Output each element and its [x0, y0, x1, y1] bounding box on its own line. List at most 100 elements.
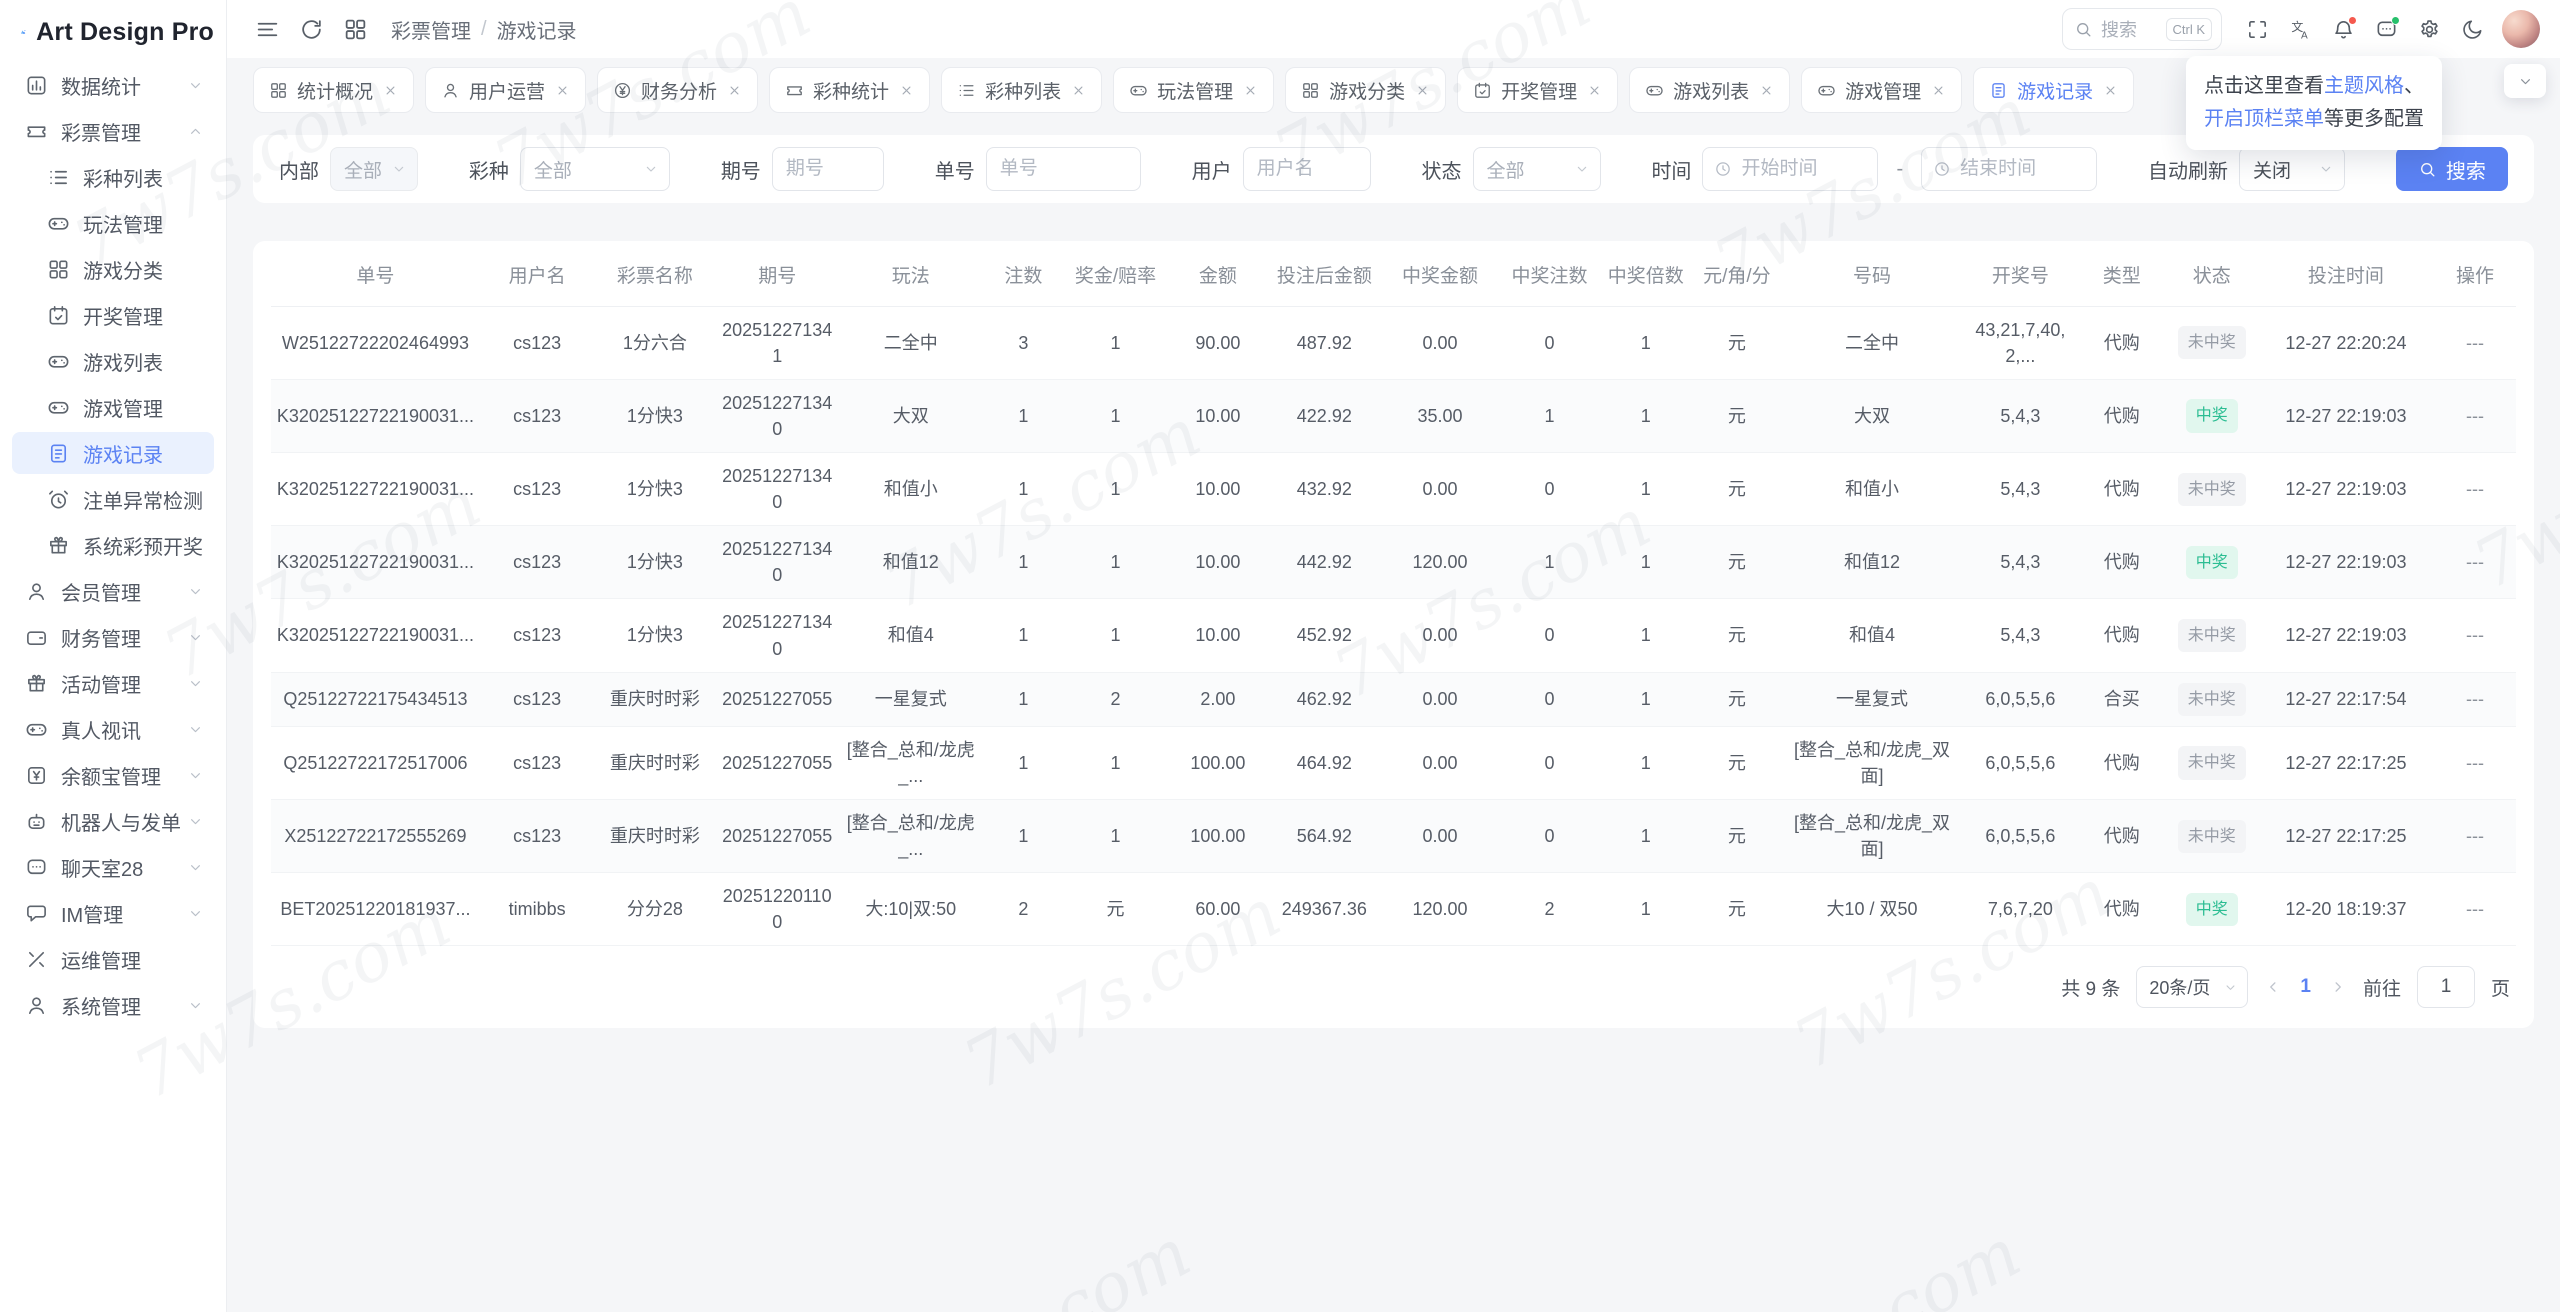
- breadcrumb-section[interactable]: 彩票管理: [391, 15, 471, 44]
- close-icon[interactable]: [1415, 83, 1430, 98]
- sidebar-item-play-mgmt[interactable]: 玩法管理: [12, 202, 214, 244]
- sidebar-item-system-mgmt[interactable]: 系统管理: [12, 984, 214, 1026]
- close-icon[interactable]: [2103, 83, 2118, 98]
- sidebar-item-label: 彩票管理: [61, 122, 141, 145]
- tooltip-link[interactable]: 主题风格: [2324, 75, 2404, 97]
- table-row[interactable]: K32025122722190031... cs123 1分快3 2025122713…: [271, 598, 2516, 673]
- filter-issue: 期号: [721, 147, 884, 191]
- table-row[interactable]: BET20251220181937... timibbs 分分28 202512201…: [271, 872, 2516, 947]
- apps-button[interactable]: [333, 7, 377, 51]
- close-icon[interactable]: [1587, 83, 1602, 98]
- tab-play-mgmt[interactable]: 玩法管理: [1113, 67, 1275, 113]
- filter-end-time[interactable]: [1921, 147, 2098, 191]
- sidebar-item-robot-orders[interactable]: 机器人与发单: [12, 800, 214, 842]
- sidebar-item-label: 会员管理: [61, 582, 141, 605]
- sidebar-item-yuebao-mgmt[interactable]: 余额宝管理: [12, 754, 214, 796]
- sidebar-item-game-records[interactable]: 游戏记录: [12, 432, 214, 474]
- sidebar-item-finance-mgmt[interactable]: 财务管理: [12, 616, 214, 658]
- sidebar-item-game-mgmt[interactable]: 游戏管理: [12, 386, 214, 428]
- sidebar-item-data-stats[interactable]: 数据统计: [12, 64, 214, 106]
- close-icon[interactable]: [1759, 83, 1774, 98]
- filter-lottery-select[interactable]: 全部: [519, 147, 670, 191]
- sidebar-item-ops-mgmt[interactable]: 运维管理: [12, 938, 214, 980]
- notifications-button[interactable]: [2322, 8, 2365, 51]
- close-icon[interactable]: [1071, 83, 1086, 98]
- cell-amount: 60.00: [1166, 872, 1270, 947]
- messages-button[interactable]: [2365, 8, 2408, 51]
- table-row[interactable]: Q25122722175434513 cs123 重庆时时彩 20251227055 一…: [271, 672, 2516, 727]
- tab-game-records[interactable]: 游戏记录: [1973, 67, 2135, 113]
- tab-lottery-stats[interactable]: 彩种统计: [769, 67, 931, 113]
- close-icon[interactable]: [383, 83, 398, 98]
- sidebar-item-member-mgmt[interactable]: 会员管理: [12, 570, 214, 612]
- tab-draw-mgmt[interactable]: 开奖管理: [1457, 67, 1619, 113]
- tab-game-category[interactable]: 游戏分类: [1285, 67, 1447, 113]
- filter-issue-input[interactable]: [771, 147, 884, 191]
- filter-internal-select[interactable]: 全部: [330, 147, 418, 191]
- refresh-icon: [299, 17, 324, 42]
- avatar-dropdown-button[interactable]: [2504, 64, 2546, 98]
- settings-button[interactable]: [2408, 8, 2451, 51]
- cell-play: [整合_总和/龙虎_...: [839, 799, 983, 874]
- filter-status-select[interactable]: 全部: [1472, 147, 1601, 191]
- filter-order-input[interactable]: [985, 147, 1141, 191]
- close-icon[interactable]: [555, 83, 570, 98]
- filter-auto-refresh-select[interactable]: 关闭: [2239, 147, 2346, 191]
- sidebar-item-im-mgmt[interactable]: IM管理: [12, 892, 214, 934]
- tab-user-operation[interactable]: 用户运营: [425, 67, 587, 113]
- tab-game-mgmt[interactable]: 游戏管理: [1801, 67, 1963, 113]
- collapse-menu-button[interactable]: [245, 7, 289, 51]
- close-icon[interactable]: [727, 83, 742, 98]
- sidebar-item-chatroom28[interactable]: 聊天室28: [12, 846, 214, 888]
- tab-game-list[interactable]: 游戏列表: [1629, 67, 1791, 113]
- close-icon[interactable]: [1931, 83, 1946, 98]
- date-input[interactable]: [1741, 158, 1867, 180]
- sidebar-item-lottery-mgmt[interactable]: 彩票管理: [12, 110, 214, 152]
- close-icon[interactable]: [899, 83, 914, 98]
- sidebar-item-sys-predraw[interactable]: 系统彩预开奖: [12, 524, 214, 566]
- refresh-button[interactable]: [289, 7, 333, 51]
- current-page[interactable]: 1: [2298, 976, 2313, 998]
- prev-page-button[interactable]: [2264, 978, 2282, 996]
- cell-win_bets: 0: [1500, 598, 1599, 673]
- filter-start-time[interactable]: [1702, 147, 1879, 191]
- column-header-order: 单号: [271, 249, 480, 307]
- close-icon[interactable]: [1243, 83, 1258, 98]
- table-row[interactable]: W25122722202464993 cs123 1分六合 202512271341 二…: [271, 306, 2516, 380]
- sidebar-item-draw-mgmt[interactable]: 开奖管理: [12, 294, 214, 336]
- table-row[interactable]: K32025122722190031... cs123 1分快3 2025122713…: [271, 379, 2516, 454]
- column-header-lottery: 彩票名称: [594, 249, 716, 307]
- column-header-win_bets: 中奖注数: [1500, 249, 1599, 307]
- cell-win_bets: 0: [1500, 452, 1599, 527]
- tooltip-link[interactable]: 开启顶栏菜单: [2204, 108, 2324, 130]
- next-page-button[interactable]: [2329, 978, 2347, 996]
- table-row[interactable]: K32025122722190031... cs123 1分快3 2025122713…: [271, 525, 2516, 600]
- goto-page-input[interactable]: [2416, 966, 2475, 1009]
- cell-win: 0.00: [1379, 452, 1501, 527]
- dark-mode-button[interactable]: [2451, 8, 2494, 51]
- global-search[interactable]: 搜索 Ctrl K: [2062, 8, 2222, 50]
- avatar[interactable]: [2502, 10, 2540, 48]
- sidebar-item-game-category[interactable]: 游戏分类: [12, 248, 214, 290]
- sidebar-item-bet-anomaly[interactable]: 注单异常检测: [12, 478, 214, 520]
- tab-lottery-list[interactable]: 彩种列表: [941, 67, 1103, 113]
- cell-issue: 202512201100: [715, 872, 840, 947]
- search-button[interactable]: 搜索: [2395, 147, 2508, 191]
- cell-win_bets: 2: [1500, 872, 1599, 947]
- table-row[interactable]: Q25122722172517006 cs123 重庆时时彩 20251227055[…: [271, 726, 2516, 801]
- translate-button[interactable]: 文A: [2279, 8, 2322, 51]
- sidebar-item-activity-mgmt[interactable]: 活动管理: [12, 662, 214, 704]
- fullscreen-button[interactable]: [2236, 8, 2279, 51]
- page-size-select[interactable]: 20条/页: [2136, 966, 2249, 1009]
- table-row[interactable]: X25122722172555269 cs123 重庆时时彩 20251227055[…: [271, 799, 2516, 874]
- app-logo[interactable]: Art Design Pro: [12, 0, 214, 64]
- cell-draw: 5,4,3: [1963, 598, 2078, 673]
- table-row[interactable]: K32025122722190031... cs123 1分快3 2025122713…: [271, 452, 2516, 527]
- sidebar-item-lottery-list[interactable]: 彩种列表: [12, 156, 214, 198]
- date-input[interactable]: [1960, 158, 2086, 180]
- tab-stats-overview[interactable]: 统计概况: [253, 67, 415, 113]
- filter-user-input[interactable]: [1242, 147, 1371, 191]
- tab-finance-analysis[interactable]: 财务分析: [597, 67, 759, 113]
- sidebar-item-live-video[interactable]: 真人视讯: [12, 708, 214, 750]
- sidebar-item-game-list[interactable]: 游戏列表: [12, 340, 214, 382]
